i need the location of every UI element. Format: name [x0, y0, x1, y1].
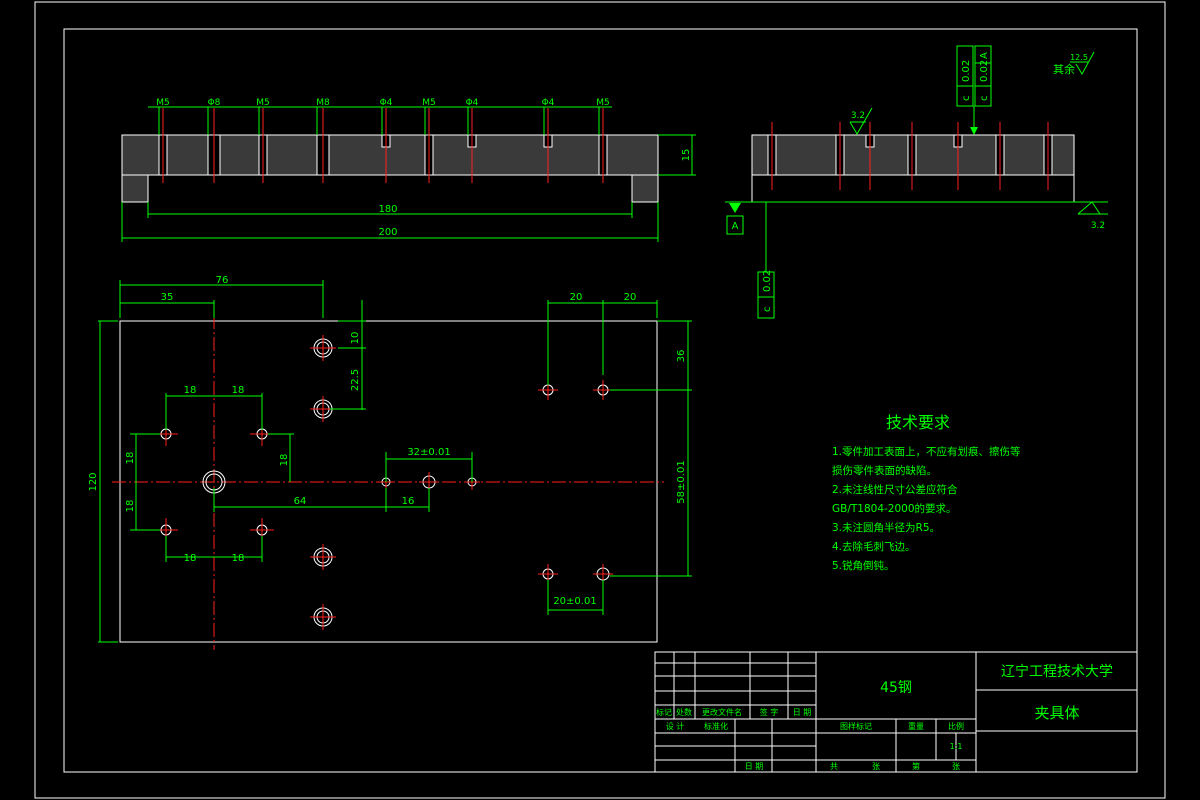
bottom-tol-value: 0.02 [762, 270, 773, 292]
stage-header-weight: 重量 [908, 721, 924, 731]
scale-value: 1:1 [950, 742, 963, 751]
top-tol-value-a: 0.02 [961, 60, 972, 82]
plate-left-foot [121, 174, 149, 203]
other-roughness-value: 12.5 [1070, 53, 1088, 62]
row-label-count: 处数 [676, 707, 692, 717]
dim-10-22-line [330, 300, 366, 410]
dim-200-text: 200 [378, 227, 397, 238]
hole-size-label: M8 [316, 98, 330, 108]
side-view: A c 0.02 c 0.02 c 0.02 A 3.2 3.2 其余 12.5 [725, 45, 1108, 319]
roughness-slot-value: 3.2 [851, 111, 865, 121]
hole-size-label: M5 [422, 98, 436, 108]
hole-size-label: M5 [596, 98, 610, 108]
dim-18-top-r-text: 18 [232, 385, 245, 396]
tech-requirement-line: 1.零件加工表面上，不应有划痕、擦伤等 [832, 445, 1021, 458]
roughness-right-value: 3.2 [1091, 221, 1105, 231]
tech-requirements: 技术要求 1.零件加工表面上，不应有划痕、擦伤等 损伤零件表面的缺陷。 2.未注线… [832, 413, 1021, 572]
roughness-symbol-right [1077, 201, 1108, 215]
top-section-view: 180 200 15 M5 Φ8 M5 M8 Φ4 M5 Φ4 Φ4 M5 [121, 98, 696, 242]
dim-64-text: 64 [294, 496, 307, 507]
standard-label: 标准化 [704, 721, 728, 731]
tech-requirement-line: 2.未注线性尺寸公差应符合 [832, 483, 958, 496]
dim-32-text: 32±0.01 [407, 447, 450, 458]
dim-120-text: 120 [88, 472, 99, 491]
top-tol-symbol-a: c [961, 96, 972, 102]
dim-22-5-text: 22.5 [350, 369, 361, 391]
top-tol-datum-b: A [979, 52, 990, 59]
hole-size-label: Φ4 [380, 98, 393, 108]
row-label-mark: 标记 [656, 707, 672, 717]
design-label: 设 计 [666, 721, 685, 731]
row-label-date: 日 期 [793, 708, 812, 717]
dim-36-text: 36 [676, 350, 687, 363]
dim-20-line [547, 300, 658, 385]
hole-size-label: Φ8 [208, 98, 221, 108]
dim-18-right-text: 18 [279, 454, 290, 467]
plate-right-foot [631, 174, 659, 203]
datum-triangle [729, 203, 741, 213]
dim-20a-text: 20 [570, 292, 583, 303]
audit-sheet-2: 张 [952, 762, 960, 771]
dim-18-top-l-text: 18 [184, 385, 197, 396]
plate-inner-outline [147, 174, 633, 202]
dim-18-bot-l-text: 18 [184, 553, 197, 564]
dim-18-bot-r-text: 18 [232, 553, 245, 564]
stage-header-scale: 比例 [948, 721, 964, 731]
dim-10-text: 10 [350, 332, 361, 345]
outer-sheet-border [34, 1, 1166, 799]
tech-requirement-line: 5.锐角倒钝。 [832, 559, 895, 572]
hole-size-label: M5 [156, 98, 170, 108]
plan-dimensions: 76 35 20 20 10 22.5 36 58±0.01 18 18 18 … [88, 275, 692, 643]
row-label-file: 更改文件名 [702, 707, 742, 717]
hole-size-label: Φ4 [542, 98, 555, 108]
dim-180-text: 180 [378, 204, 397, 215]
dim-15-text: 15 [681, 149, 692, 162]
dim-58-text: 58±0.01 [676, 460, 687, 503]
tech-requirement-line: GB/T1804-2000的要求。 [832, 502, 957, 515]
part-name-text: 夹具体 [1034, 704, 1079, 722]
datum-letter: A [732, 221, 739, 232]
dim-76-text: 76 [216, 275, 229, 286]
tech-title: 技术要求 [886, 413, 950, 432]
plan-view: 76 35 20 20 10 22.5 36 58±0.01 18 18 18 … [88, 275, 692, 650]
top-tol-arrow [970, 127, 978, 135]
tech-requirement-line: 4.去除毛刺飞边。 [832, 540, 916, 553]
dim-18-left-a-text: 18 [125, 452, 136, 465]
hole-size-label: Φ4 [466, 98, 479, 108]
tech-requirement-line: 3.未注圆角半径为R5。 [832, 521, 940, 534]
stage-header-mark: 图样标记 [840, 721, 872, 731]
dim-35-text: 35 [161, 292, 174, 303]
top-tol-value-b: 0.02 [979, 60, 990, 82]
hole-size-label: M5 [256, 98, 270, 108]
title-block: 45钢 辽宁工程技术大学 夹具体 标记 处数 更改文件名 签 字 日 期 设 计… [654, 651, 1138, 773]
bottom-tol-symbol: c [762, 307, 773, 313]
dim-16-text: 16 [402, 496, 415, 507]
dim-20b-text: 20 [624, 292, 637, 303]
audit-sheet: 张 [872, 762, 880, 771]
date-label: 日 期 [745, 762, 764, 771]
dim-18-left-b-text: 18 [125, 500, 136, 513]
tech-requirement-line: 损伤零件表面的缺陷。 [832, 464, 937, 477]
other-roughness-label: 其余 [1053, 62, 1075, 76]
cad-drawing: 180 200 15 M5 Φ8 M5 M8 Φ4 M5 Φ4 Φ4 M5 A c 0.02 c… [34, 1, 1166, 799]
row-label-sign: 签 字 [760, 707, 779, 717]
audit-total: 共 [830, 762, 838, 771]
dim-20-tol-text: 20±0.01 [553, 596, 596, 607]
side-plate-base [751, 174, 1075, 203]
material-text: 45钢 [880, 680, 912, 696]
university-text: 辽宁工程技术大学 [1001, 663, 1113, 680]
top-tol-symbol-b: c [979, 96, 990, 102]
audit-no: 第 [912, 761, 920, 771]
